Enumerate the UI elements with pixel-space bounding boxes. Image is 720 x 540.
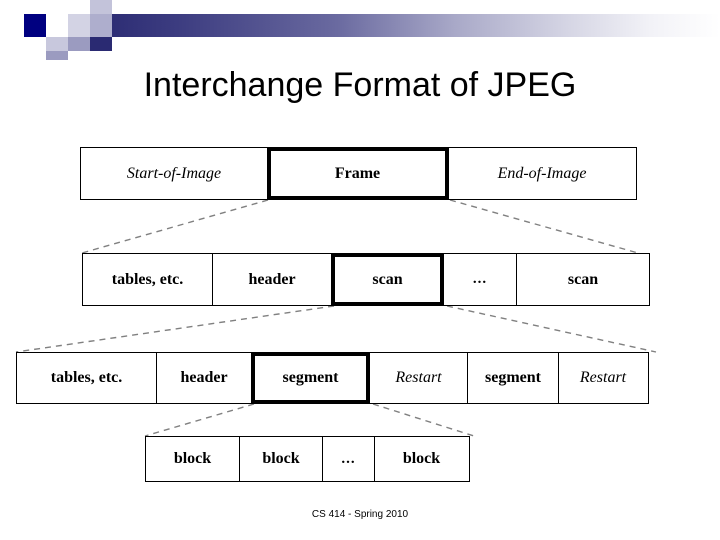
diagram-cell: tables, etc. <box>16 352 157 404</box>
diagram-cell-label: scan <box>567 270 599 288</box>
diagram-cell: Start-of-Image <box>80 147 268 200</box>
diagram-cell-label: block <box>173 450 212 467</box>
diagram-cell-label: ... <box>472 271 488 287</box>
diagram-cell: scan <box>331 253 444 306</box>
diagram-cell: block <box>238 436 324 482</box>
slide-footer: CS 414 - Spring 2010 <box>311 509 409 520</box>
diagram-cell-label: End-of-Image <box>497 164 587 182</box>
diagram-cell-label: header <box>180 369 228 386</box>
diagram-row-image-level: Start-of-Image Frame End-of-Image <box>80 147 637 200</box>
diagram-cell: ... <box>442 253 518 306</box>
diagram-row-scan-level: tables, etc. header segment Restart segment R… <box>16 352 649 404</box>
diagram-cell-label: Frame <box>334 164 381 182</box>
diagram-cell: header <box>211 253 333 306</box>
diagram-cell: scan <box>516 253 650 306</box>
diagram-row-frame-level: tables, etc. header scan... scan <box>82 253 650 306</box>
diagram-cell: End-of-Image <box>447 147 637 200</box>
diagram-cell: header <box>155 352 253 404</box>
diagram-row-segment-level: block block... block <box>145 436 470 482</box>
jpeg-interchange-format-diagram: Start-of-Image Frame End-of-Image tables, e… <box>0 0 720 540</box>
diagram-cell: ... <box>322 436 375 482</box>
diagram-cell: tables, etc. <box>82 253 213 306</box>
diagram-cell: block <box>145 436 240 482</box>
diagram-cell-label: segment <box>485 369 541 386</box>
diagram-cell-label: block <box>402 450 441 467</box>
diagram-cell: segment <box>251 352 370 404</box>
diagram-cell: Restart <box>557 352 649 404</box>
diagram-cell: segment <box>467 352 559 404</box>
diagram-cell-label: Restart <box>395 369 442 386</box>
diagram-cell-label: segment <box>282 369 339 386</box>
diagram-cell-label: scan <box>372 270 403 288</box>
diagram-cell-label: Start-of-Image <box>126 164 222 182</box>
diagram-cell-label: header <box>248 270 296 288</box>
diagram-cell-label: tables, etc. <box>50 369 123 386</box>
diagram-cell-label: ... <box>341 450 356 467</box>
diagram-cell: Restart <box>368 352 469 404</box>
diagram-cell-label: Restart <box>579 369 627 386</box>
diagram-cell: block <box>373 436 470 482</box>
diagram-cell-label: tables, etc. <box>111 270 184 288</box>
diagram-cell-label: block <box>262 450 300 467</box>
diagram-cell: Frame <box>266 147 449 200</box>
